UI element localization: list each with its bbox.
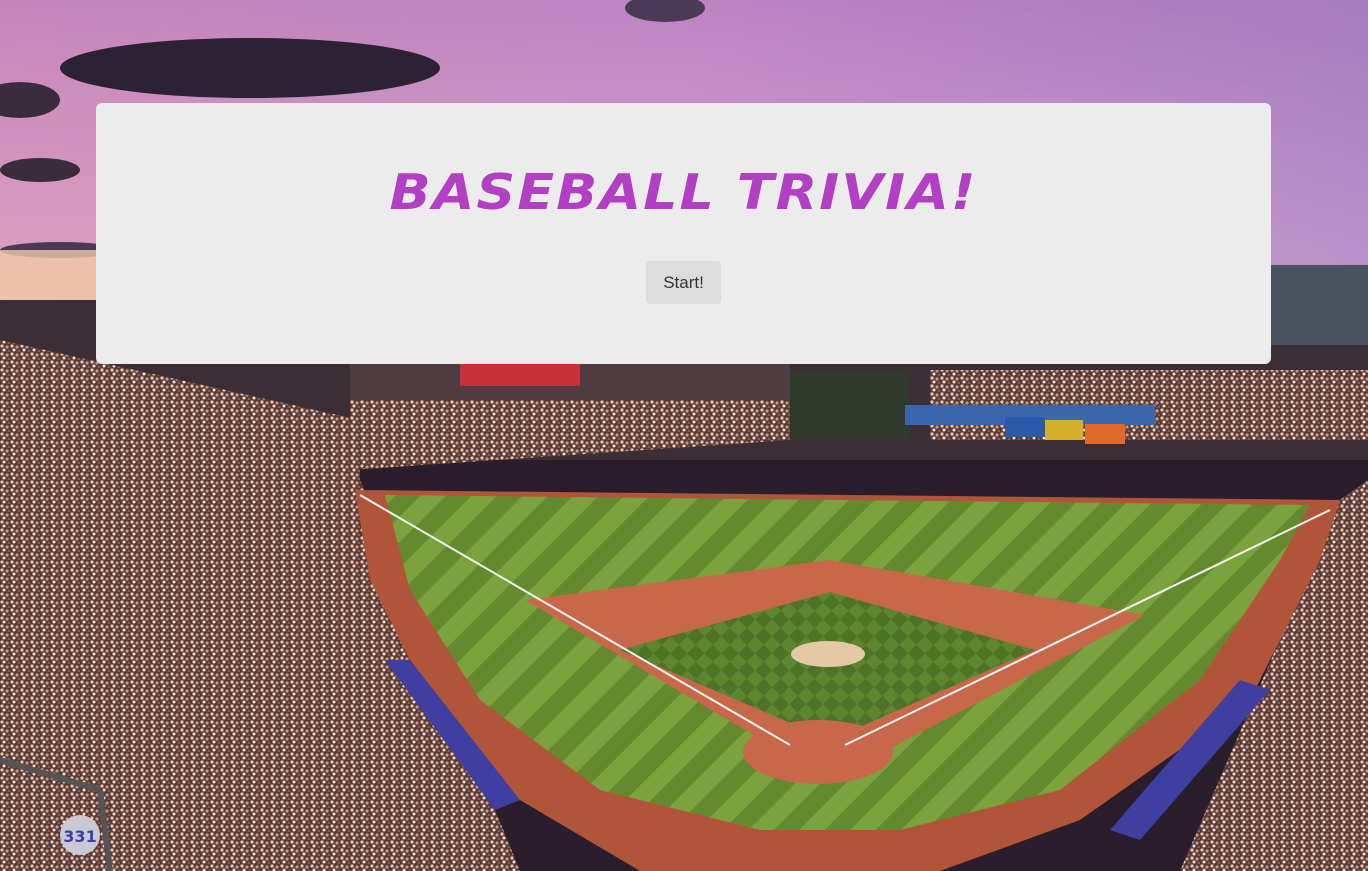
start-button[interactable]: Start! <box>646 261 721 304</box>
scoreboard-number: 331 <box>63 827 96 846</box>
page-title: Baseball Trivia! <box>389 164 978 221</box>
page: 331 Baseball Trivia! Start! <box>0 0 1368 871</box>
trivia-panel: Baseball Trivia! Start! <box>96 103 1271 364</box>
